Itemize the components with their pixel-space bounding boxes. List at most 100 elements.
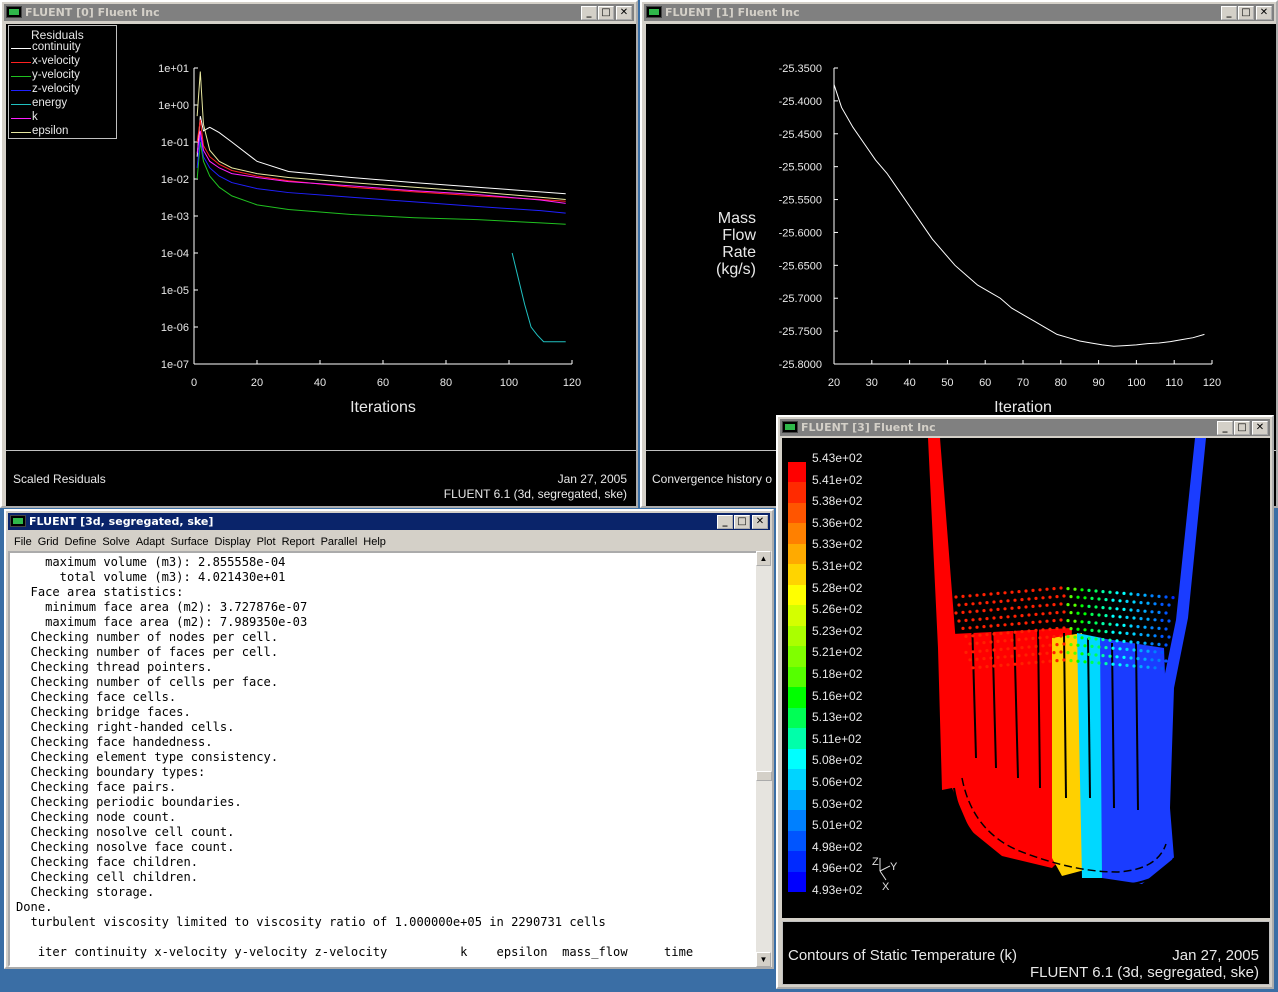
sieve-dot: [1045, 587, 1049, 591]
minimize-button[interactable]: _: [717, 515, 733, 529]
sieve-dot: [1090, 644, 1094, 648]
sieve-dot: [1041, 628, 1045, 632]
sieve-dot: [1080, 588, 1084, 592]
sieve-dot: [1094, 653, 1098, 657]
sieve-dot: [1090, 612, 1094, 616]
sieve-dot: [1038, 604, 1042, 608]
sieve-dot: [989, 640, 993, 644]
x-tick-label: 100: [1127, 377, 1145, 389]
menu-surface[interactable]: Surface: [171, 533, 209, 551]
sieve-dot: [1108, 590, 1112, 594]
maximize-button[interactable]: □: [1238, 6, 1254, 20]
sieve-dot: [1066, 635, 1070, 639]
menu-report[interactable]: Report: [282, 533, 315, 551]
menu-plot[interactable]: Plot: [257, 533, 276, 551]
sieve-dot: [1150, 658, 1154, 662]
sieve-dot: [1031, 636, 1035, 640]
residuals-window-titlebar[interactable]: FLUENT [0] Fluent Inc _ □ ✕: [4, 4, 634, 21]
sieve-dot: [1167, 635, 1171, 639]
sieve-dot: [978, 665, 982, 669]
sieve-dot: [1017, 606, 1021, 610]
sieve-dot: [1125, 647, 1129, 651]
sieve-dot: [1076, 627, 1080, 631]
residuals-window[interactable]: FLUENT [0] Fluent Inc _ □ ✕ 1e+01 1e+00 1e-0…: [0, 0, 638, 508]
x-axis-label: Iterations: [350, 399, 416, 416]
menu-solve[interactable]: Solve: [102, 533, 130, 551]
console-scrollbar[interactable]: ▲ ▼: [756, 551, 772, 967]
y-tick-label: -25.5000: [779, 162, 822, 174]
console-window-titlebar[interactable]: FLUENT [3d, segregated, ske] _ □ ✕: [8, 513, 770, 530]
sieve-dot: [1153, 602, 1157, 606]
sieve-dot: [1034, 644, 1038, 648]
maximize-button[interactable]: □: [598, 6, 614, 20]
legend-item: x-velocity: [11, 55, 115, 70]
sieve-dot: [1017, 622, 1021, 626]
close-button[interactable]: ✕: [616, 6, 632, 20]
legend-swatch: [11, 132, 31, 133]
sieve-dot: [1122, 623, 1126, 627]
maximize-button[interactable]: □: [1234, 421, 1250, 435]
contours-window-titlebar[interactable]: FLUENT [3] Fluent Inc _ □ ✕: [780, 419, 1270, 436]
menu-define[interactable]: Define: [65, 533, 97, 551]
close-button[interactable]: ✕: [752, 515, 768, 529]
y-tick-label: 1e-06: [161, 322, 189, 334]
sieve-dot: [1087, 620, 1091, 624]
sieve-dot: [1041, 660, 1045, 664]
minimize-button[interactable]: _: [581, 6, 597, 20]
legend-label: continuity: [32, 41, 81, 53]
sieve-dot: [989, 624, 993, 628]
close-button[interactable]: ✕: [1252, 421, 1268, 435]
sieve-dot: [989, 592, 993, 596]
console-line: Checking periodic boundaries.: [16, 795, 242, 809]
sieve-dot: [992, 664, 996, 668]
residuals-plot-canvas: 1e+01 1e+00 1e-01 1e-02 1e-03 1e-04 1e-05 1e-06…: [6, 24, 636, 450]
close-button[interactable]: ✕: [1256, 6, 1272, 20]
sieve-dot: [1010, 606, 1014, 610]
sieve-dot: [1097, 645, 1101, 649]
console-line: Checking bridge faces.: [16, 705, 191, 719]
sieve-dot: [1080, 636, 1084, 640]
sieve-dot: [1164, 643, 1168, 647]
axis-triad: [879, 858, 891, 881]
sieve-dot: [996, 607, 1000, 611]
scroll-down-button[interactable]: ▼: [756, 952, 771, 967]
sieve-dot: [982, 593, 986, 597]
sieve-dot: [989, 608, 993, 612]
scroll-thumb[interactable]: [756, 771, 772, 781]
console-line: Checking number of cells per face.: [16, 675, 279, 689]
x-tick-label: 100: [500, 377, 518, 389]
sieve-dot: [1146, 633, 1150, 637]
menu-display[interactable]: Display: [215, 533, 251, 551]
menu-grid[interactable]: Grid: [38, 533, 59, 551]
minimize-button[interactable]: _: [1221, 6, 1237, 20]
sieve-dot: [1132, 616, 1136, 620]
sieve-dot: [999, 599, 1003, 603]
sieve-dot: [1132, 648, 1136, 652]
contours-window[interactable]: FLUENT [3] Fluent Inc _ □ ✕ 5.43e+02 5.41e+…: [776, 415, 1274, 989]
sieve-dot: [1143, 609, 1147, 613]
sieve-dot: [1118, 631, 1122, 635]
sieve-dot: [1115, 607, 1119, 611]
minimize-button[interactable]: _: [1217, 421, 1233, 435]
sieve-dot: [999, 647, 1003, 651]
sieve-dot: [1146, 617, 1150, 621]
menu-parallel[interactable]: Parallel: [321, 533, 358, 551]
scroll-up-button[interactable]: ▲: [756, 551, 771, 566]
sieve-dot: [1052, 587, 1056, 591]
sieve-dot: [1038, 588, 1042, 592]
menu-adapt[interactable]: Adapt: [136, 533, 165, 551]
menu-help[interactable]: Help: [363, 533, 386, 551]
sieve-dot: [968, 626, 972, 630]
sieve-dot: [1115, 655, 1119, 659]
sieve-dot: [1006, 663, 1010, 667]
x-tick-label: 120: [1203, 377, 1221, 389]
console-window[interactable]: FLUENT [3d, segregated, ske] _ □ ✕ File Gri…: [4, 509, 774, 969]
console-output[interactable]: maximum volume (m3): 2.855558e-04 total …: [8, 551, 758, 967]
menu-file[interactable]: File: [14, 533, 32, 551]
maximize-button[interactable]: □: [734, 515, 750, 529]
sieve-dot: [1027, 597, 1031, 601]
mass-flow-window-titlebar[interactable]: FLUENT [1] Fluent Inc _ □ ✕: [644, 4, 1274, 21]
x-tick-label: 50: [941, 377, 953, 389]
sieve-dot: [1024, 589, 1028, 593]
sieve-dot: [1150, 642, 1154, 646]
